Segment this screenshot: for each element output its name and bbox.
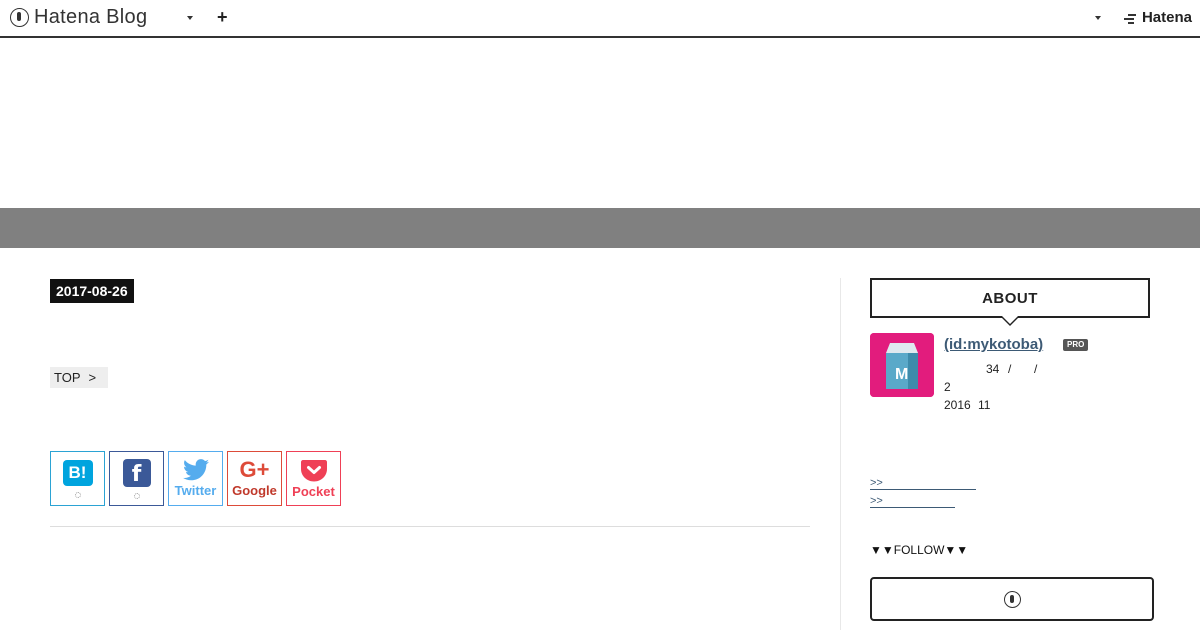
breadcrumb-top-link[interactable]: TOP: [54, 370, 81, 385]
profile-since-month: 11: [978, 398, 991, 412]
twitter-bird-icon: [182, 459, 209, 481]
hatena-brand-text: Hatena: [1141, 9, 1192, 26]
sidebar-link-1[interactable]: >>: [870, 477, 976, 490]
pocket-icon: [300, 460, 327, 482]
hatena-brand-link[interactable]: Hatena: [1123, 9, 1192, 26]
loading-spinner-icon: [74, 491, 81, 498]
sidebar-link-2[interactable]: >>: [870, 495, 955, 508]
share-buttons: B! f Twitter G+ Google Pocket: [50, 451, 341, 506]
logo-text: Hatena Blog: [34, 6, 148, 28]
twitter-share-button[interactable]: Twitter: [168, 451, 223, 506]
breadcrumb: TOP >: [50, 367, 109, 388]
hatena-follow-icon: [1003, 590, 1021, 608]
column-divider: [840, 278, 841, 630]
blog-menu-dropdown-icon[interactable]: [187, 16, 193, 20]
google-plus-share-button[interactable]: G+ Google: [227, 451, 282, 506]
about-heading: ABOUT: [870, 278, 1150, 318]
avatar-letter: M: [895, 366, 908, 383]
about-heading-arrow-inner: [1002, 316, 1018, 324]
blog-title-band: [0, 208, 1200, 248]
follow-heading: ▼▼FOLLOW▼▼: [870, 543, 969, 557]
hatena-bookmark-icon: B!: [62, 459, 93, 486]
entry-date[interactable]: 2017-08-26: [50, 279, 134, 303]
global-header: Hatena Blog + Hatena: [0, 0, 1200, 38]
facebook-icon: f: [122, 458, 151, 487]
new-post-button[interactable]: +: [217, 7, 228, 27]
profile-separator-2: /: [1034, 362, 1038, 376]
pro-badge: PRO: [1063, 339, 1089, 351]
user-menu-dropdown-icon[interactable]: [1095, 16, 1101, 20]
hatena-brand-icon: [1123, 13, 1138, 24]
google-label: Google: [232, 483, 277, 498]
hatena-bookmark-share-button[interactable]: B!: [50, 451, 105, 506]
facebook-share-button[interactable]: f: [109, 451, 164, 506]
loading-spinner-icon: [133, 492, 140, 499]
breadcrumb-separator: >: [88, 370, 97, 385]
hatena-pen-icon: [10, 8, 29, 27]
pocket-label: Pocket: [292, 484, 335, 499]
avatar[interactable]: M: [870, 333, 934, 397]
profile-since-year: 2016: [944, 398, 971, 412]
twitter-label: Twitter: [174, 483, 217, 498]
profile-name-link[interactable]: (id:mykotoba): [944, 336, 1043, 353]
pocket-share-button[interactable]: Pocket: [286, 451, 341, 506]
profile-line-2: 2: [944, 380, 951, 394]
google-plus-icon: G+: [239, 457, 270, 482]
hatena-blog-logo[interactable]: Hatena Blog: [10, 6, 147, 29]
profile-separator-1: /: [1008, 362, 1012, 376]
content-divider: [50, 526, 810, 527]
profile-age: 34: [986, 362, 1000, 376]
milk-carton-icon: M: [870, 333, 934, 397]
follow-button[interactable]: [870, 577, 1154, 621]
